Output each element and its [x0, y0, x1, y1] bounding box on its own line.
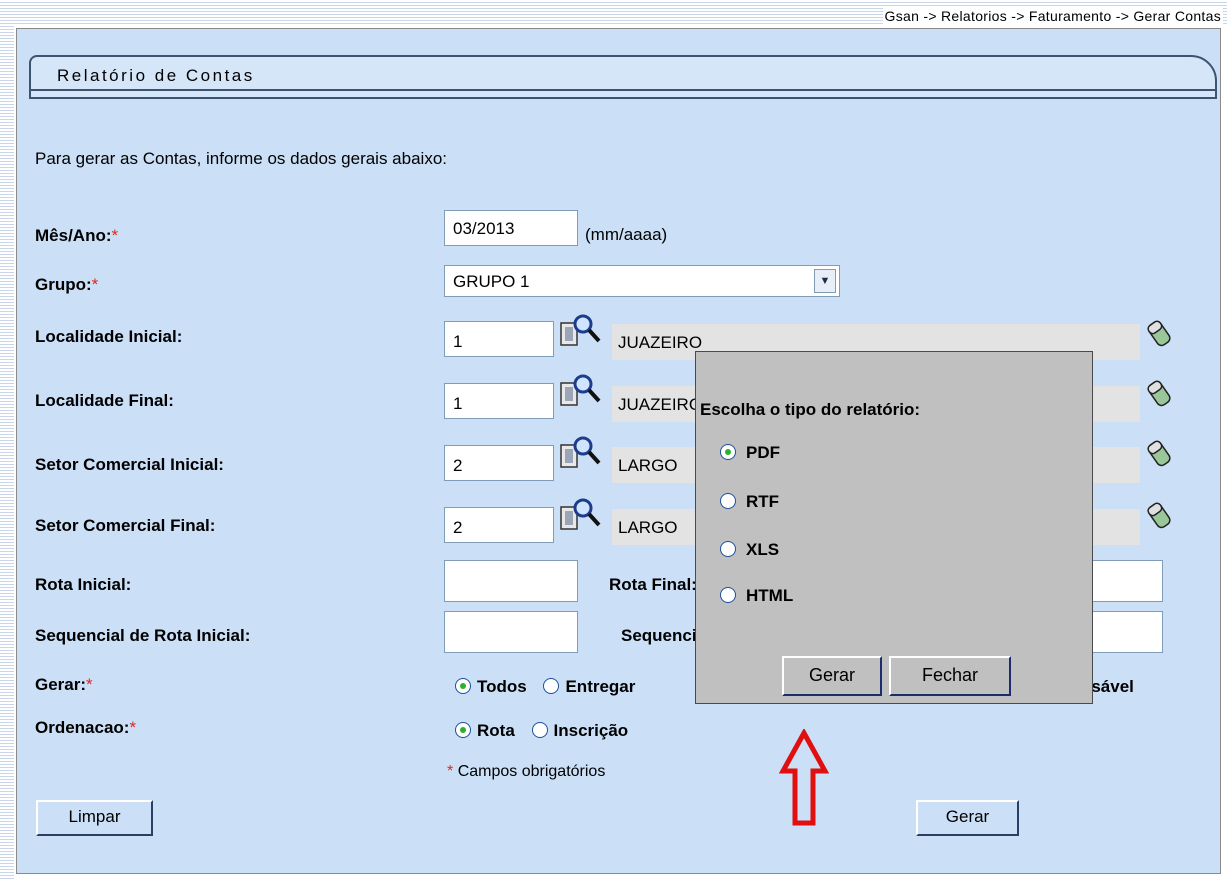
localidade-inicial-label: Localidade Inicial: — [35, 327, 183, 346]
pdf-radio[interactable] — [720, 444, 736, 460]
localidade-inicial-input[interactable]: 1 — [444, 321, 554, 357]
required-note: * Campos obrigatórios — [447, 763, 606, 780]
rota-inicial-label: Rota Inicial: — [35, 575, 132, 594]
search-icon[interactable] — [559, 373, 605, 409]
report-type-popup: Escolha o tipo do relatório: PDF RTF XLS… — [695, 351, 1093, 704]
gerar-label: Gerar:* — [35, 675, 93, 694]
page-title: Relatório de Contas — [57, 66, 255, 85]
required-mark: * — [111, 226, 119, 245]
html-radio[interactable] — [720, 587, 736, 603]
eraser-icon[interactable] — [1145, 437, 1175, 469]
setor-inicial-input[interactable]: 2 — [444, 445, 554, 481]
setor-final-label: Setor Comercial Final: — [35, 516, 216, 535]
breadcrumb: Gsan -> Relatorios -> Faturamento -> Ger… — [882, 8, 1223, 24]
mes-ano-label: Mês/Ano:* — [35, 226, 119, 245]
grupo-select[interactable]: GRUPO 1 ▼ — [444, 265, 840, 297]
mes-ano-format: (mm/aaaa) — [585, 225, 668, 244]
title-bar: Relatório de Contas — [29, 55, 1217, 99]
ordenacao-rota-radio[interactable] — [455, 722, 471, 738]
grupo-label: Grupo:* — [35, 275, 99, 294]
seq-rota-inicial-input[interactable] — [444, 611, 578, 653]
left-decoration — [0, 0, 14, 879]
popup-option-pdf: PDF — [720, 443, 780, 463]
popup-gerar-button[interactable]: Gerar — [782, 656, 882, 696]
ordenacao-label: Ordenacao:* — [35, 718, 137, 737]
eraser-icon[interactable] — [1145, 317, 1175, 349]
gerar-entregar-radio[interactable] — [543, 678, 560, 694]
eraser-icon[interactable] — [1145, 377, 1175, 409]
setor-inicial-label: Setor Comercial Inicial: — [35, 455, 224, 474]
ordenacao-rota-label: Rota — [477, 721, 515, 740]
rota-inicial-input[interactable] — [444, 560, 578, 602]
main-panel: Relatório de Contas Para gerar as Contas… — [16, 28, 1221, 874]
red-arrow-icon — [779, 729, 829, 826]
eraser-icon[interactable] — [1145, 499, 1175, 531]
ordenacao-options: Rota Inscrição — [455, 721, 640, 741]
ordenacao-inscricao-label: Inscrição — [553, 721, 629, 740]
intro-text: Para gerar as Contas, informe os dados g… — [35, 149, 448, 168]
chevron-down-icon[interactable]: ▼ — [814, 269, 836, 293]
popup-option-xls: XLS — [720, 540, 779, 560]
title-underline — [31, 89, 1215, 91]
popup-title: Escolha o tipo do relatório: — [700, 400, 921, 419]
mes-ano-input[interactable]: 03/2013 — [444, 210, 578, 246]
search-icon[interactable] — [559, 435, 605, 471]
gerar-todos-radio[interactable] — [455, 678, 471, 694]
ordenacao-inscricao-radio[interactable] — [531, 722, 548, 738]
popup-option-rtf: RTF — [720, 492, 779, 512]
search-icon[interactable] — [559, 497, 605, 533]
gerar-todos-label: Todos — [477, 677, 527, 696]
rtf-radio[interactable] — [720, 493, 736, 509]
gerar-button[interactable]: Gerar — [916, 800, 1019, 836]
search-icon[interactable] — [559, 313, 605, 349]
gerar-entregar-label: Entregar — [565, 677, 636, 696]
gerar-options: Todos Entregar — [455, 677, 647, 697]
rota-final-label: Rota Final: — [609, 575, 697, 594]
localidade-final-label: Localidade Final: — [35, 391, 174, 410]
setor-final-input[interactable]: 2 — [444, 507, 554, 543]
grupo-selected-value: GRUPO 1 — [453, 272, 530, 291]
seq-rota-inicial-label: Sequencial de Rota Inicial: — [35, 626, 251, 645]
xls-radio[interactable] — [720, 541, 736, 557]
localidade-final-input[interactable]: 1 — [444, 383, 554, 419]
popup-fechar-button[interactable]: Fechar — [889, 656, 1011, 696]
popup-option-html: HTML — [720, 586, 793, 606]
limpar-button[interactable]: Limpar — [36, 800, 153, 836]
